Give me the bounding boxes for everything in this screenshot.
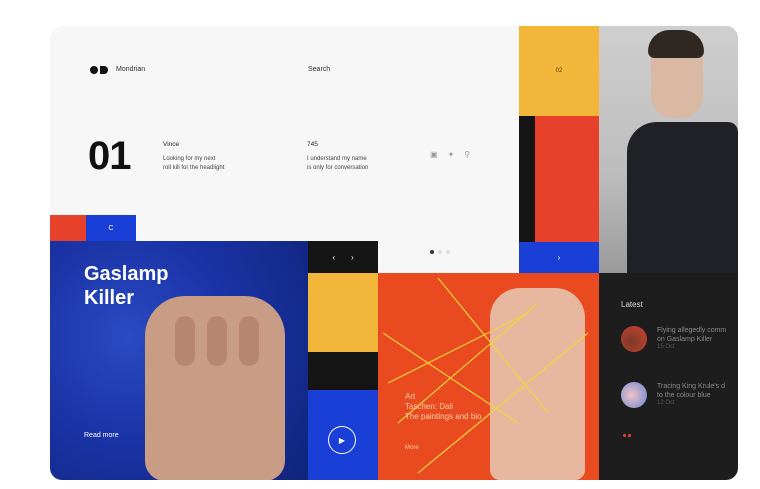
art-caption: Art Taschen: Dali The paintings and bio (405, 392, 482, 422)
next-block[interactable]: › (519, 242, 599, 273)
news-title-line: to the colour blue (657, 392, 711, 399)
logo-circle-icon (90, 66, 98, 74)
logo[interactable] (90, 66, 108, 74)
news-title-line: Flying allegedly comm (657, 327, 727, 334)
feature-title-line: Gaslamp (84, 263, 169, 285)
search-link[interactable]: Search (308, 66, 330, 73)
news-item[interactable]: Tracing King Krule's d to the colour blu… (621, 382, 725, 408)
block-number: 02 (555, 68, 563, 74)
news-title-line: on Gaslamp Killer (657, 336, 713, 343)
art-line: Taschen: Dali (405, 402, 454, 411)
hero-text-line: Looking for my next (163, 156, 216, 162)
yellow-middle-block (308, 273, 378, 352)
quote-line: I understand my name (307, 156, 367, 162)
news-title-line: Tracing King Krule's d (657, 383, 725, 390)
portrait-hair (648, 30, 704, 58)
slide-arrows: ‹ › (308, 241, 378, 273)
c-block[interactable]: C (86, 215, 136, 241)
pager (430, 250, 450, 254)
social-links: ▣ ✦ ⚲ (430, 150, 470, 159)
latest-dot[interactable] (628, 434, 631, 437)
news-thumbnail (621, 326, 647, 352)
red-tall-block (535, 116, 599, 242)
calendar-icon[interactable]: ▣ (430, 150, 438, 159)
latest-dot[interactable] (623, 434, 626, 437)
chevron-right-icon: › (557, 253, 561, 262)
twitter-icon[interactable]: ✦ (448, 150, 455, 159)
feature-title-line: Killer (84, 287, 135, 309)
red-block (50, 215, 86, 241)
logo-half-circle-icon (100, 66, 108, 74)
quote-line: is only for conversation (307, 165, 369, 171)
portrait-coat (627, 122, 738, 273)
yellow-block: 02 (519, 26, 599, 116)
pager-dot[interactable] (446, 250, 450, 254)
app-frame: Mondrian Search 01 Vince Looking for my … (50, 26, 738, 480)
news-item[interactable]: Flying allegedly comm on Gaslamp Killer … (621, 326, 726, 352)
play-button[interactable]: ▶ (328, 426, 356, 454)
latest-panel (599, 273, 738, 480)
hand-photo (145, 296, 285, 480)
hero-quote: 745 I understand my name is only for con… (307, 140, 368, 173)
hero-text-line: roll kill for the headlight (163, 165, 225, 171)
feature-title: Gaslamp Killer (84, 262, 168, 310)
black-middle-block (308, 352, 378, 390)
chevron-left-icon[interactable]: ‹ (332, 253, 335, 262)
c-block-label: C (108, 224, 114, 232)
art-category: Art (405, 392, 416, 401)
slide-number: 01 (88, 134, 131, 178)
more-link[interactable]: More (405, 445, 419, 451)
brand-name[interactable]: Mondrian (116, 66, 145, 73)
chevron-right-icon[interactable]: › (351, 253, 354, 262)
black-strip (519, 116, 535, 242)
news-date: 15 Oct (657, 344, 675, 350)
pager-dot[interactable] (438, 250, 442, 254)
read-more-link[interactable]: Read more (84, 432, 119, 439)
hero-info: Vince Looking for my next roll kill for … (163, 140, 224, 173)
news-thumbnail (621, 382, 647, 408)
art-line: The paintings and bio (405, 412, 482, 421)
news-date: 12 Oct (657, 400, 675, 406)
location-icon[interactable]: ⚲ (464, 150, 470, 159)
hero-count: 745 (307, 141, 318, 148)
latest-pager (623, 434, 631, 437)
hero-name: Vince (163, 141, 180, 148)
latest-title: Latest (621, 300, 643, 309)
pager-dot-active[interactable] (430, 250, 434, 254)
